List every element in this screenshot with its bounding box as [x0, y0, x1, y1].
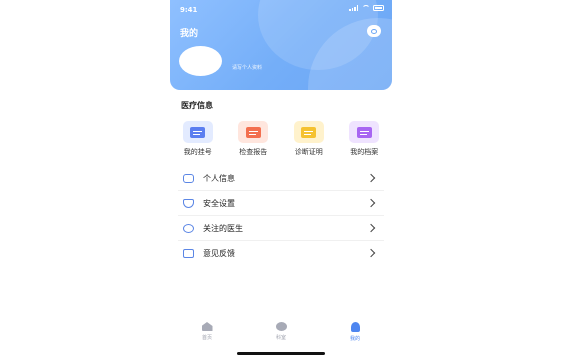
shortcut-label: 我的挂号: [183, 148, 212, 156]
shortcut-exam-report[interactable]: 检查报告: [226, 121, 282, 157]
signal-icon: [349, 5, 359, 11]
certificate-icon: [293, 121, 324, 143]
tab-label: 科室: [275, 335, 286, 341]
list-item-label: 关注的医生: [203, 223, 243, 233]
phone-screen: 9:41 我的 请写个人资料 医疗信息 我的挂号 检查报告 诊断证明 我的档案 …: [170, 0, 392, 360]
status-bar: 9:41: [170, 0, 392, 18]
shield-icon: [183, 198, 194, 208]
home-indicator[interactable]: [237, 352, 325, 355]
profile-icon: [350, 322, 360, 332]
status-icons: [349, 5, 384, 11]
shortcut-label: 我的档案: [350, 148, 379, 156]
list-item-label: 意见反馈: [203, 248, 235, 258]
person-info-icon: [183, 173, 194, 183]
avatar[interactable]: [179, 46, 222, 76]
chevron-right-icon: [366, 248, 376, 258]
settings-list: 个人信息 安全设置 关注的医生 意见反馈: [178, 166, 384, 265]
tab-label: 首页: [201, 335, 212, 341]
list-item-security-settings[interactable]: 安全设置: [178, 191, 384, 216]
edit-profile-link[interactable]: 请写个人资料: [232, 64, 262, 71]
status-time: 9:41: [180, 6, 198, 14]
shortcut-my-archive[interactable]: 我的档案: [337, 121, 393, 157]
shortcut-label: 检查报告: [239, 148, 268, 156]
profile-header: 9:41 我的 请写个人资料: [170, 0, 392, 90]
list-item-followed-doctors[interactable]: 关注的医生: [178, 216, 384, 241]
list-item-personal-info[interactable]: 个人信息: [178, 166, 384, 191]
archive-icon: [349, 121, 380, 143]
list-item-label: 安全设置: [203, 198, 235, 208]
tab-profile[interactable]: 我的: [318, 322, 392, 348]
wifi-icon: [362, 5, 370, 11]
shortcut-label: 诊断证明: [294, 148, 323, 156]
tab-home[interactable]: 首页: [170, 322, 244, 348]
list-item-feedback[interactable]: 意见反馈: [178, 241, 384, 265]
list-item-label: 个人信息: [203, 173, 235, 183]
chevron-right-icon: [366, 198, 376, 208]
eye-icon: [183, 223, 194, 233]
report-icon: [238, 121, 269, 143]
battery-icon: [373, 5, 384, 11]
shortcut-diagnosis-certificate[interactable]: 诊断证明: [281, 121, 337, 157]
tab-label: 我的: [349, 336, 360, 342]
tab-bar: 首页 科室 我的: [170, 322, 392, 348]
registration-icon: [182, 121, 213, 143]
chevron-right-icon: [366, 173, 376, 183]
department-icon: [275, 322, 287, 331]
shortcut-my-registration[interactable]: 我的挂号: [170, 121, 226, 157]
medical-shortcuts: 我的挂号 检查报告 诊断证明 我的档案: [170, 121, 392, 157]
section-title-medical: 医疗信息: [181, 101, 213, 110]
visibility-toggle-button[interactable]: [367, 25, 381, 37]
chevron-right-icon: [366, 223, 376, 233]
feedback-icon: [183, 248, 194, 258]
eye-icon: [371, 28, 377, 34]
page-title: 我的: [180, 29, 199, 39]
home-icon: [201, 322, 213, 331]
tab-department[interactable]: 科室: [244, 322, 318, 348]
